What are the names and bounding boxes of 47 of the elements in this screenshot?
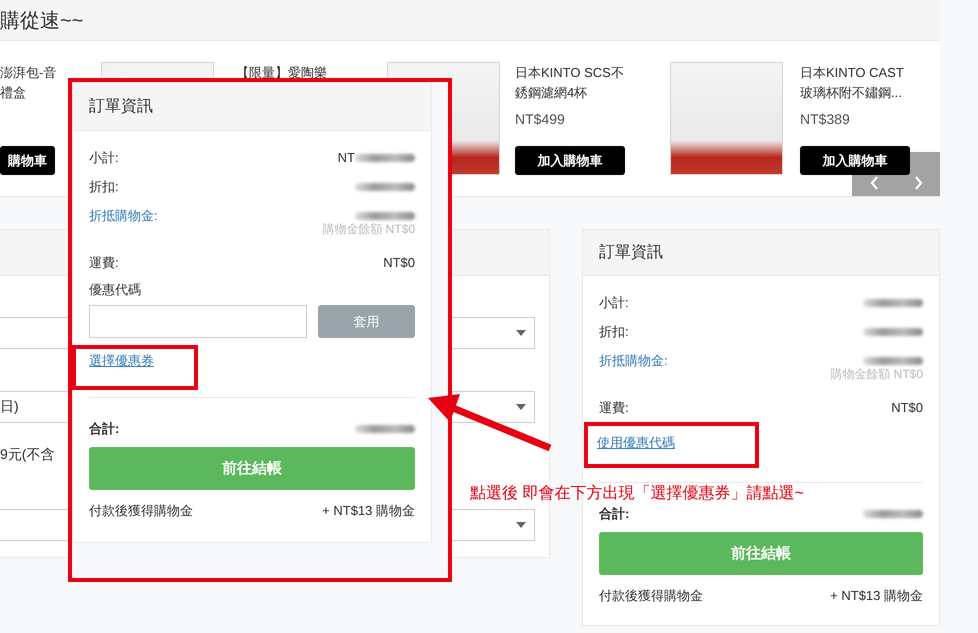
card-title: 訂單資訊 — [73, 83, 431, 131]
dropdown-caret-icon — [516, 330, 526, 336]
total-label: 合計: — [89, 420, 120, 438]
reward-value: + NT$13 購物金 — [830, 587, 923, 605]
total-label: 合計: — [599, 504, 630, 522]
checkout-button[interactable]: 前往結帳 — [89, 447, 415, 490]
coupon-link[interactable]: 使用優惠代碼 — [597, 435, 675, 450]
credit-label: 折抵購物金: — [89, 206, 158, 224]
coupon-label: 優惠代碼 — [89, 281, 142, 299]
credit-label: 折抵購物金: — [599, 352, 668, 370]
coupon-input[interactable] — [89, 305, 307, 338]
row-value: NT$0 — [891, 400, 923, 415]
product-price: NT$499 — [515, 111, 566, 127]
checkout-button[interactable]: 前往結帳 — [599, 532, 923, 575]
product-price: NT$389 — [800, 111, 851, 127]
chevron-right-icon[interactable] — [914, 176, 922, 190]
add-to-cart-button[interactable]: 加入購物車 — [515, 146, 625, 175]
product-name: 日本KINTO SCS不 — [515, 64, 625, 82]
product-name: 澎湃包-音 — [0, 64, 58, 82]
row-label: 折扣: — [599, 322, 629, 340]
product-name: 銹鋼濾網4杯 — [515, 84, 588, 102]
reward-label: 付款後獲得購物金 — [89, 502, 193, 520]
dropdown-caret-icon — [516, 404, 526, 410]
row-label: 小計: — [89, 148, 119, 166]
product-name: 日本KINTO CAST — [800, 64, 905, 82]
row-value: NT — [338, 150, 355, 165]
row-label: 折扣: — [89, 178, 119, 196]
reward-value: + NT$13 購物金 — [322, 502, 415, 520]
row-label: 小計: — [599, 294, 629, 312]
credit-balance: 購物金餘額 NT$0 — [321, 221, 415, 238]
row-label: 運費: — [89, 254, 119, 272]
row-value: NT$0 — [383, 255, 415, 270]
dropdown-caret-icon — [516, 522, 526, 528]
product-name: 玻璃杯附不鏽鋼... — [800, 84, 903, 102]
apply-button[interactable]: 套用 — [318, 305, 415, 338]
credit-balance: 購物金餘額 NT$0 — [829, 366, 923, 383]
card-title: 訂單資訊 — [583, 230, 939, 276]
coupon-link[interactable]: 選擇優惠券 — [89, 353, 154, 368]
shipping-note: 9元(不含 — [0, 446, 54, 464]
add-to-cart-button[interactable]: 加入購物車 — [800, 146, 910, 175]
section-title: 購從速~~ — [0, 0, 940, 41]
row-label: 運費: — [599, 398, 629, 416]
add-to-cart-button[interactable]: 購物車 — [0, 146, 55, 175]
chevron-left-icon[interactable] — [870, 176, 878, 190]
product-name: 禮盒 — [0, 84, 27, 102]
reward-label: 付款後獲得購物金 — [599, 587, 703, 605]
annotation-note: 點選後 即會在下方出現「選擇優惠券」請點選~ — [470, 484, 804, 504]
